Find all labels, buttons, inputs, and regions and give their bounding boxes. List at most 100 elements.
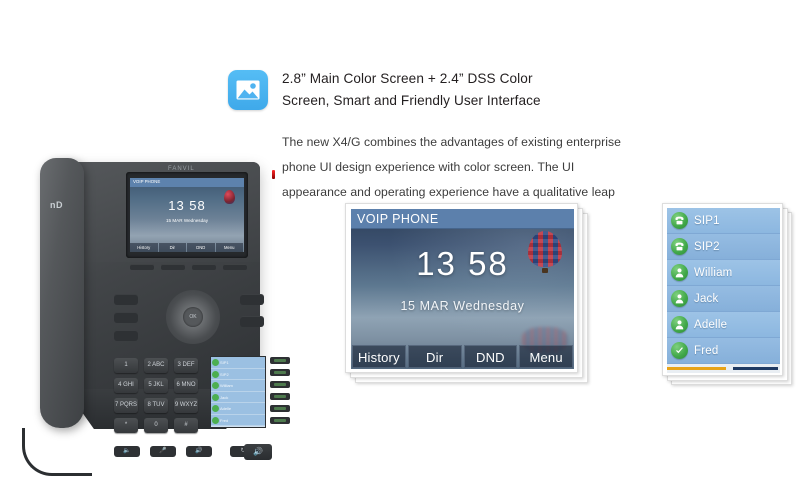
softkey-history[interactable]: History xyxy=(352,345,406,368)
phone-dss-button-5 xyxy=(270,405,290,412)
phone-dss-button-2 xyxy=(270,369,290,376)
main-mock-card-front: VOIP PHONE 13 58 15 MAR Wednesday Histor… xyxy=(345,203,578,373)
phone-softkey-button-3 xyxy=(192,264,216,270)
phone-dss-icon xyxy=(212,405,219,412)
telephone-icon xyxy=(671,238,688,255)
phone-dss-row: Jack xyxy=(211,391,265,403)
phone-softkey-buttons xyxy=(130,264,248,271)
person-icon-glyph xyxy=(675,268,684,278)
phone-key-pound: # xyxy=(174,418,198,433)
phone-dss-icon xyxy=(212,382,219,389)
phone-dss-screen: SIP1 SIP2 William Jack Adelle Fred xyxy=(210,356,266,428)
main-screen-softkey-bar: History Dir DND Menu xyxy=(351,345,574,369)
phone-dss-row: Adelle xyxy=(211,403,265,415)
softkey-dnd[interactable]: DND xyxy=(463,345,518,368)
phone-key-0: 0 xyxy=(144,418,168,433)
telephone-icon-glyph xyxy=(675,216,684,225)
dss-screen: SIP1 SIP2 William Jack Adelle Fred xyxy=(667,208,780,373)
dss-list-item-william[interactable]: William xyxy=(667,260,780,286)
phone-button-headset xyxy=(114,294,138,305)
telephone-icon xyxy=(671,212,688,229)
softkey-menu[interactable]: Menu xyxy=(519,345,573,368)
phone-button-hold xyxy=(114,330,138,341)
dss-list-item-label: Fred xyxy=(694,344,719,357)
image-icon xyxy=(228,70,268,110)
headset-icon: 🔈 xyxy=(114,446,140,457)
hot-air-balloon-icon xyxy=(528,231,562,275)
phone-screen-balloon-icon xyxy=(224,190,235,204)
phone-dss-label: Jack xyxy=(220,394,229,400)
phone-dss-button-6 xyxy=(270,417,290,424)
phone-key-7: 7 PQRS xyxy=(114,398,138,413)
phone-screen-softkey-menu: Menu xyxy=(215,243,243,252)
phone-ok-button: OK xyxy=(183,307,203,327)
phone-key-8: 8 TUV xyxy=(144,398,168,413)
balloon-envelope xyxy=(528,231,562,267)
phone-dss-label: SIP2 xyxy=(220,371,229,377)
phone-screen: VOIP PHONE 13 58 15 MAR Wednesday Histor… xyxy=(130,178,244,252)
phone-handset: nD xyxy=(40,158,84,428)
phone-handset-cord xyxy=(22,428,92,476)
feature-body-line-2: phone UI design experience with color sc… xyxy=(282,160,575,174)
person-icon xyxy=(671,290,688,307)
phone-dss-label: Fred xyxy=(220,417,229,423)
phone-screen-softkey-dnd: DND xyxy=(187,243,215,252)
phone-key-9: 9 WXYZ xyxy=(174,398,198,413)
main-screen-date: 15 MAR Wednesday xyxy=(400,299,525,313)
dss-page-indicator xyxy=(667,365,780,373)
phone-key-6: 6 MNO xyxy=(174,378,198,393)
phone-dss-row: SIP1 xyxy=(211,357,265,369)
feature-body-line-1: The new X4/G combines the advantages of … xyxy=(282,135,621,149)
phone-screen-softkey-history: History xyxy=(130,243,158,252)
phone-button-contacts xyxy=(240,294,264,305)
dss-list-item-label: William xyxy=(694,266,733,279)
phone-button-history xyxy=(240,316,264,327)
person-icon-glyph xyxy=(675,294,684,304)
feature-title-line-1: 2.8” Main Color Screen + 2.4” DSS Color xyxy=(282,71,533,86)
person-icon xyxy=(671,316,688,333)
person-icon xyxy=(671,264,688,281)
dss-list-item-label: SIP1 xyxy=(694,214,720,227)
volume-icon: 🔊 xyxy=(186,446,212,457)
feature-body-line-3: appearance and operating experience have… xyxy=(282,185,615,199)
dss-indicator-left-bar xyxy=(667,367,726,370)
dss-list-item-adelle[interactable]: Adelle xyxy=(667,312,780,338)
phone-navigation-pad: OK xyxy=(166,290,220,344)
feature-heading: 2.8” Main Color Screen + 2.4” DSS Color … xyxy=(228,68,658,118)
phone-screen-date: 15 MAR Wednesday xyxy=(165,218,209,223)
check-icon xyxy=(671,342,688,359)
phone-softkey-button-1 xyxy=(130,264,154,270)
feature-title-line-2: Screen, Smart and Friendly User Interfac… xyxy=(282,93,541,108)
feature-block: 2.8” Main Color Screen + 2.4” DSS Color … xyxy=(228,68,658,205)
phone-dss-row: Fred xyxy=(211,414,265,426)
check-icon-glyph xyxy=(676,347,683,354)
phone-key-5: 5 JKL xyxy=(144,378,168,393)
phone-screen-header: VOIP PHONE xyxy=(130,178,244,187)
image-icon-glyph xyxy=(236,80,260,100)
softkey-dir[interactable]: Dir xyxy=(407,345,462,368)
dss-list-item-sip2[interactable]: SIP2 xyxy=(667,234,780,260)
person-icon-glyph xyxy=(675,320,684,330)
phone-dss-label: SIP1 xyxy=(220,360,229,365)
dss-list-item-sip1[interactable]: SIP1 xyxy=(667,208,780,234)
phone-screen-softkey-dir: Dir xyxy=(158,243,186,252)
dss-list-item-jack[interactable]: Jack xyxy=(667,286,780,312)
page-root: 2.8” Main Color Screen + 2.4” DSS Color … xyxy=(0,0,800,503)
phone-dss-icon xyxy=(212,370,219,378)
phone-message-led xyxy=(272,170,275,179)
phone-dss-label: William xyxy=(220,383,233,388)
mute-icon: 🎤 xyxy=(150,446,176,457)
phone-dss-button-1 xyxy=(270,357,290,364)
phone-screen-softkeys: History Dir DND Menu xyxy=(130,243,244,252)
phone-dss-icon xyxy=(212,416,219,424)
main-screen-mockup: VOIP PHONE 13 58 15 MAR Wednesday Histor… xyxy=(345,203,588,383)
phone-dss-buttons xyxy=(270,356,292,430)
dss-mock-card-front: SIP1 SIP2 William Jack Adelle Fred xyxy=(662,203,783,376)
phone-button-transfer xyxy=(114,312,138,323)
phone-dss-row: William xyxy=(211,380,265,392)
dss-list-item-fred[interactable]: Fred xyxy=(667,338,780,364)
dss-list-item-label: Jack xyxy=(694,292,719,305)
dss-list-item-label: SIP2 xyxy=(694,240,720,253)
phone-keypad: 1 2 ABC 3 DEF 4 GHI 5 JKL 6 MNO 7 PQRS 8… xyxy=(114,358,198,438)
phone-dss-button-4 xyxy=(270,393,290,400)
